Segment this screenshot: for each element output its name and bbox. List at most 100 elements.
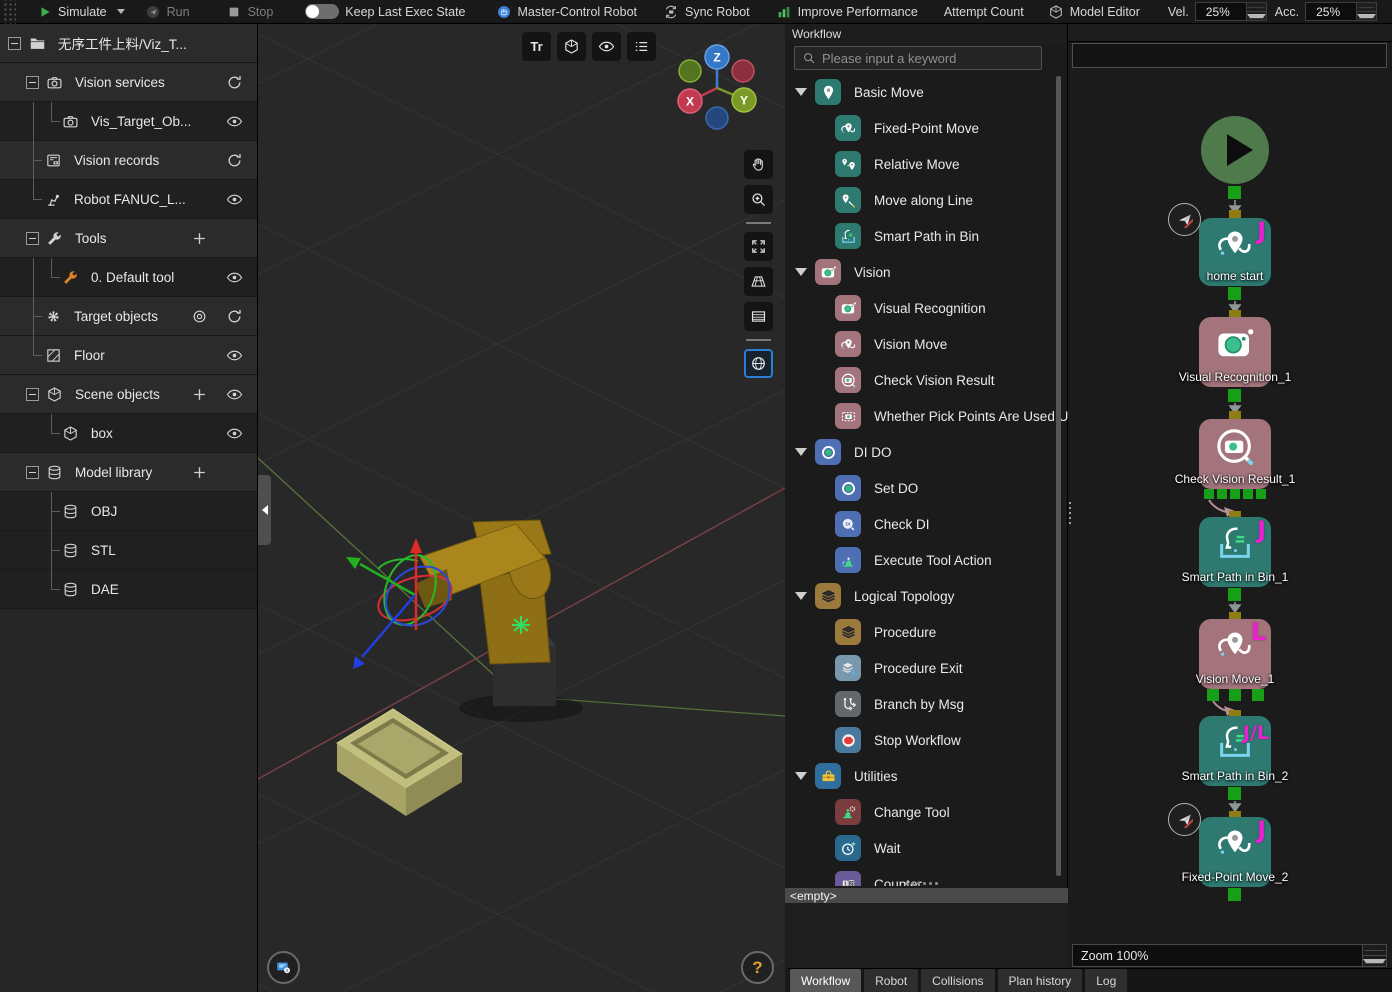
category-utilities[interactable]: Utilities: [785, 758, 1068, 794]
category-vision[interactable]: Vision: [785, 254, 1068, 290]
eye-icon[interactable]: [226, 191, 243, 208]
model-editor-button[interactable]: Model Editor: [1048, 4, 1140, 20]
tab-robot[interactable]: Robot: [864, 969, 918, 992]
node-fixed-point-move-2[interactable]: J Fixed-Point Move_2: [1199, 817, 1271, 887]
eye-icon[interactable]: [226, 425, 243, 442]
output-port[interactable]: [1230, 489, 1240, 499]
node-check-vision-result-1[interactable]: Check Vision Result_1: [1199, 419, 1271, 489]
fit-view-button[interactable]: [744, 232, 773, 261]
wireframe-button[interactable]: [557, 32, 586, 61]
acceleration-up-button[interactable]: [1357, 3, 1376, 12]
panel-resize-handle[interactable]: [1069, 502, 1071, 524]
output-port[interactable]: [1243, 489, 1253, 499]
tree-item-scene-objects[interactable]: Scene objects: [0, 375, 257, 414]
display-list-button[interactable]: [627, 32, 656, 61]
collapse-arrow-icon[interactable]: [795, 268, 807, 276]
step-set-do[interactable]: Set DO: [785, 470, 1068, 506]
acceleration-down-button[interactable]: [1357, 12, 1376, 20]
step-procedure[interactable]: Procedure: [785, 614, 1068, 650]
sidebar-collapse-handle[interactable]: [258, 475, 271, 545]
output-port[interactable]: [1228, 287, 1241, 300]
acceleration-spinner[interactable]: 25%: [1305, 2, 1377, 21]
axis-ball-red[interactable]: [732, 60, 754, 82]
help-button[interactable]: ?: [741, 951, 774, 984]
output-port[interactable]: [1252, 689, 1264, 701]
improve-performance-button[interactable]: Improve Performance: [776, 4, 918, 20]
simulate-button[interactable]: Simulate: [38, 5, 125, 19]
category-di-do[interactable]: DI DO: [785, 434, 1068, 470]
scene-list-button[interactable]: [744, 302, 773, 331]
output-port[interactable]: [1229, 689, 1241, 701]
step-relative-move[interactable]: Relative Move: [785, 146, 1068, 182]
graph-zoom-control[interactable]: Zoom 100%: [1072, 944, 1387, 967]
sync-robot-button[interactable]: Sync Robot: [663, 4, 750, 20]
tree-item-target-objects[interactable]: Target objects: [0, 297, 257, 336]
keep-last-exec-toggle[interactable]: [305, 4, 339, 19]
output-port[interactable]: [1228, 888, 1241, 901]
attempt-count-button[interactable]: Attempt Count: [944, 5, 1024, 19]
output-port[interactable]: [1256, 489, 1266, 499]
graph-filter-box[interactable]: [1072, 43, 1387, 68]
output-port[interactable]: [1228, 389, 1241, 402]
scrollbar[interactable]: [1056, 76, 1061, 876]
tree-item-box[interactable]: box: [0, 414, 257, 453]
tree-item-default-tool[interactable]: 0. Default tool: [0, 258, 257, 297]
refresh-icon[interactable]: [226, 74, 243, 91]
eye-icon[interactable]: [226, 113, 243, 130]
step-change-tool[interactable]: Change Tool: [785, 794, 1068, 830]
axis-ball-blue[interactable]: [706, 107, 728, 129]
step-wait[interactable]: Wait: [785, 830, 1068, 866]
step-fixed-point-move[interactable]: Fixed-Point Move: [785, 110, 1068, 146]
category-logical-topology[interactable]: Logical Topology: [785, 578, 1068, 614]
visibility-button[interactable]: [592, 32, 621, 61]
step-procedure-exit[interactable]: Procedure Exit: [785, 650, 1068, 686]
workflow-canvas[interactable]: J home start Visual Recognition_1 Check …: [1068, 24, 1392, 944]
tab-log[interactable]: Log: [1085, 969, 1127, 992]
ground-grid-button[interactable]: [744, 267, 773, 296]
eye-icon[interactable]: [226, 386, 243, 403]
collapse-box-icon[interactable]: [26, 76, 39, 89]
pan-button[interactable]: [744, 150, 773, 179]
tab-workflow[interactable]: Workflow: [790, 969, 861, 992]
workflow-search-box[interactable]: [794, 46, 1042, 70]
add-icon[interactable]: [191, 464, 208, 481]
step-check-di[interactable]: Check DI: [785, 506, 1068, 542]
tab-collisions[interactable]: Collisions: [921, 969, 994, 992]
no-fly-zone-icon[interactable]: [1168, 803, 1201, 836]
step-whether-pick-points-used-up[interactable]: Whether Pick Points Are Used Up: [785, 398, 1068, 434]
run-button[interactable]: Run: [145, 4, 190, 20]
refresh-icon[interactable]: [226, 308, 243, 325]
selected-step-bar[interactable]: <empty>: [785, 888, 1068, 903]
tree-item-stl[interactable]: STL: [0, 531, 257, 570]
chevron-down-icon[interactable]: [117, 9, 125, 14]
step-execute-tool-action[interactable]: Execute Tool Action: [785, 542, 1068, 578]
velocity-spinner[interactable]: 25%: [1195, 2, 1267, 21]
add-icon[interactable]: [191, 386, 208, 403]
globe-view-button[interactable]: [744, 349, 773, 378]
tree-item-dae[interactable]: DAE: [0, 570, 257, 609]
eye-icon[interactable]: [226, 269, 243, 286]
zoom-button[interactable]: [744, 185, 773, 214]
axis-ball-green[interactable]: [679, 60, 701, 82]
tree-item-model-library[interactable]: Model library: [0, 453, 257, 492]
tree-item-vision-records[interactable]: Vision records: [0, 141, 257, 180]
zoom-in-button[interactable]: [1363, 945, 1386, 956]
step-vision-move[interactable]: Vision Move: [785, 326, 1068, 362]
step-visual-recognition[interactable]: Visual Recognition: [785, 290, 1068, 326]
step-branch-by-msg[interactable]: Branch by Msg: [785, 686, 1068, 722]
stop-button[interactable]: Stop: [226, 4, 274, 20]
output-port[interactable]: [1204, 489, 1214, 499]
tree-item-project-root[interactable]: 无序工件上料/Viz_T...: [0, 24, 257, 63]
collapse-arrow-icon[interactable]: [795, 592, 807, 600]
output-port[interactable]: [1228, 186, 1241, 199]
text-labels-button[interactable]: Tr: [522, 32, 551, 61]
output-port[interactable]: [1228, 588, 1241, 601]
eye-icon[interactable]: [226, 347, 243, 364]
search-input[interactable]: [822, 51, 1034, 66]
output-port[interactable]: [1207, 689, 1219, 701]
tree-item-obj[interactable]: OBJ: [0, 492, 257, 531]
step-check-vision-result[interactable]: Check Vision Result: [785, 362, 1068, 398]
add-icon[interactable]: [191, 230, 208, 247]
render-info-button[interactable]: [267, 951, 300, 984]
step-move-along-line[interactable]: Move along Line: [785, 182, 1068, 218]
